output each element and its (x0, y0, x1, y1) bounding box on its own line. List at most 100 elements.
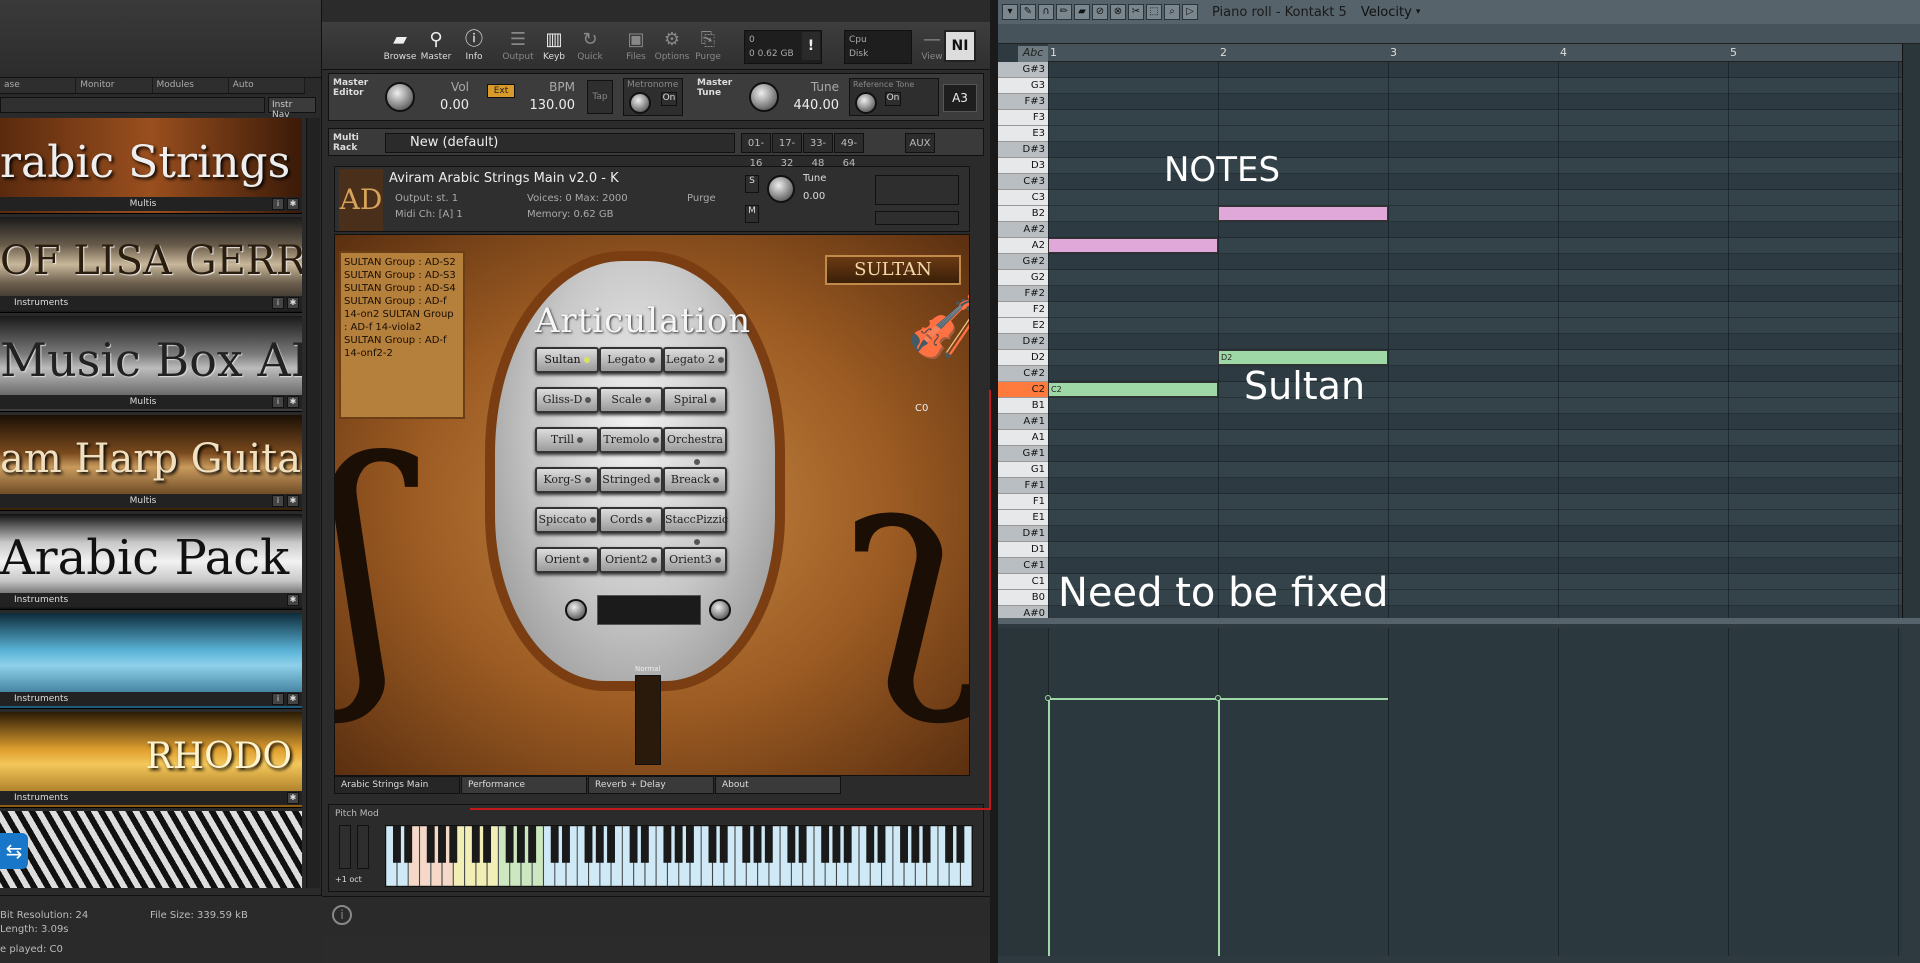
library-info-icon[interactable]: i (272, 495, 284, 507)
articulation-button-gliss[interactable]: Gliss-D (535, 387, 599, 413)
black-key[interactable] (629, 826, 638, 863)
tailpiece-slider[interactable] (635, 675, 661, 765)
velocity-dropdown[interactable]: Velocity (1361, 5, 1412, 20)
note-a2[interactable] (1048, 238, 1218, 253)
black-key[interactable] (719, 826, 728, 863)
black-key[interactable] (798, 826, 807, 863)
piano-key[interactable]: D1 (998, 542, 1048, 558)
ext-button[interactable]: Ext (487, 84, 515, 98)
piano-key[interactable]: A2 (998, 238, 1048, 254)
reference-note-selector[interactable]: A3 (943, 84, 977, 112)
piano-key[interactable]: B1 (998, 398, 1048, 414)
piano-key[interactable]: D#1 (998, 526, 1048, 542)
zoom-icon[interactable]: ⌕ (1164, 4, 1180, 20)
black-key[interactable] (505, 826, 514, 863)
articulation-button-legato[interactable]: Legato (599, 347, 663, 373)
warning-icon[interactable]: ! (802, 32, 820, 60)
rack-page-tab[interactable]: 49-64 (834, 133, 864, 169)
black-key[interactable] (866, 826, 875, 863)
right-knob[interactable] (709, 599, 731, 621)
purge-dropdown[interactable]: Purge (687, 193, 716, 204)
black-key[interactable] (832, 826, 841, 863)
library-item[interactable]: OF LISA GERRARD Instruments i ✱ (0, 217, 302, 313)
instrument-name[interactable]: Aviram Arabic Strings Main v2.0 - K (389, 171, 629, 189)
metronome-on-button[interactable]: On (661, 92, 677, 106)
select-icon[interactable]: ⬚ (1146, 4, 1162, 20)
rack-page-tab[interactable]: 01-16 (741, 133, 771, 169)
black-key[interactable] (550, 826, 559, 863)
black-key[interactable] (528, 826, 537, 863)
aux-button[interactable]: AUX (905, 133, 935, 153)
piano-key[interactable]: A#2 (998, 222, 1048, 238)
reference-vol-knob[interactable] (855, 92, 877, 114)
instrument-tune-knob[interactable] (767, 175, 795, 203)
library-item[interactable]: RHODO Instruments ✱ (0, 712, 302, 808)
black-key[interactable] (663, 826, 672, 863)
library-item[interactable]: Music Box AD Multis i ✱ (0, 316, 302, 412)
articulation-button-tremolo[interactable]: Tremolo (599, 427, 663, 453)
library-item[interactable]: rabic Strings V5.0 Multis i ✱ (0, 118, 302, 214)
tab-arabic-strings-main[interactable]: Arabic Strings Main (334, 776, 460, 794)
black-key[interactable] (742, 826, 751, 863)
piano-key[interactable]: G#3 (998, 62, 1048, 78)
info-button[interactable]: ⓘ Info (456, 28, 492, 68)
piano-key[interactable]: B0 (998, 590, 1048, 606)
mute-button[interactable]: M (745, 205, 759, 223)
black-key[interactable] (900, 826, 908, 863)
tab-about[interactable]: About (715, 776, 841, 794)
left-knob[interactable] (565, 599, 587, 621)
instr-nav-button[interactable]: Instr Nav (268, 97, 316, 120)
magnet-icon[interactable]: ∩ (1038, 4, 1054, 20)
note-c2[interactable]: C2 (1048, 382, 1218, 397)
library-item[interactable]: am Harp Guitar Multis i ✱ (0, 415, 302, 511)
options-button[interactable]: ⚙ Options (654, 28, 690, 68)
bpm-value[interactable]: 130.00 (525, 98, 576, 113)
black-key[interactable] (483, 826, 492, 863)
piano-key[interactable]: F#1 (998, 478, 1048, 494)
library-gear-icon[interactable]: ✱ (287, 297, 299, 309)
piano-roll-scrollbar-top[interactable] (998, 24, 1920, 44)
black-key[interactable] (607, 826, 615, 863)
piano-key[interactable]: C#2 (998, 366, 1048, 382)
piano-key[interactable]: C1 (998, 574, 1048, 590)
library-gear-icon[interactable]: ✱ (287, 198, 299, 210)
midi-channel-text[interactable]: Midi Ch: [A] 1 (395, 209, 463, 220)
piano-key[interactable]: G2 (998, 270, 1048, 286)
rack-page-tab[interactable]: 17-32 (772, 133, 802, 169)
note-b2[interactable] (1218, 206, 1388, 221)
library-info-icon[interactable]: i (272, 297, 284, 309)
piano-key[interactable]: C#3 (998, 174, 1048, 190)
velocity-editor[interactable] (1045, 628, 1902, 956)
library-gear-icon[interactable]: ✱ (287, 396, 299, 408)
tab-modules[interactable]: Modules (153, 78, 229, 93)
metronome-vol-knob[interactable] (629, 92, 651, 114)
output-text[interactable]: Output: st. 1 (395, 193, 458, 204)
pitch-wheel[interactable] (339, 825, 351, 869)
black-key[interactable] (595, 826, 604, 863)
library-info-icon[interactable]: i (272, 198, 284, 210)
black-key[interactable] (956, 826, 965, 863)
piano-keyboard[interactable] (385, 825, 973, 887)
delete-icon[interactable]: ⊘ (1092, 4, 1108, 20)
articulation-button-trill[interactable]: Trill (535, 427, 599, 453)
black-key[interactable] (753, 826, 762, 863)
library-info-icon[interactable]: i (272, 693, 284, 705)
chevron-down-icon[interactable]: ▾ (1416, 7, 1421, 17)
mute-icon[interactable]: ⊗ (1110, 4, 1126, 20)
piano-key[interactable]: C#1 (998, 558, 1048, 574)
mod-wheel[interactable] (357, 825, 369, 869)
black-key[interactable] (584, 826, 593, 863)
info-circle-icon[interactable]: i (332, 905, 352, 925)
menu-icon[interactable]: ▾ (1002, 4, 1018, 20)
piano-key[interactable]: F#2 (998, 286, 1048, 302)
keyboard-button[interactable]: ▥ Keyb (536, 28, 572, 68)
black-key[interactable] (922, 826, 931, 863)
library-item[interactable]: Instruments i ✱ (0, 613, 302, 709)
articulation-button-orchestra[interactable]: Orchestra (663, 427, 727, 465)
piano-key[interactable]: F#3 (998, 94, 1048, 110)
velocity-handle[interactable] (1045, 695, 1051, 701)
tab-reverb-delay[interactable]: Reverb + Delay (588, 776, 714, 794)
piano-key[interactable]: G#2 (998, 254, 1048, 270)
event-editor-divider[interactable] (998, 618, 1920, 624)
piano-key[interactable]: D#2 (998, 334, 1048, 350)
